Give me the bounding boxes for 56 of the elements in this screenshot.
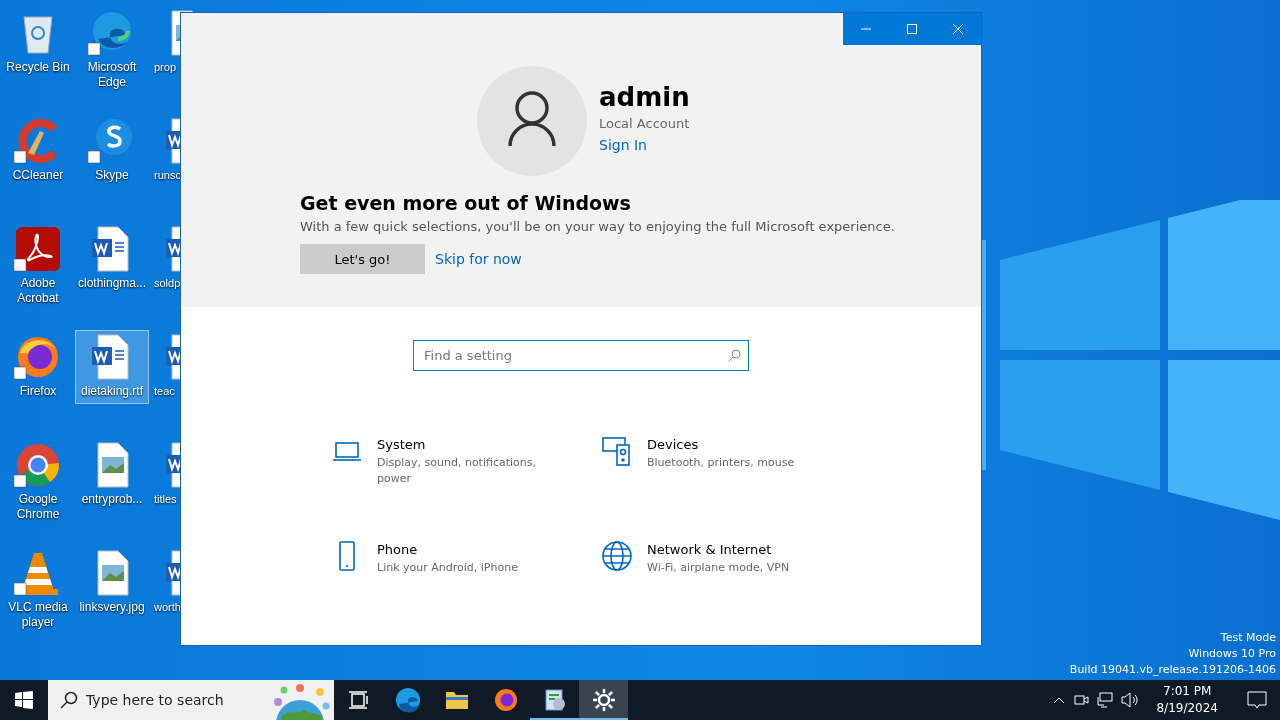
search-icon [60,691,78,709]
close-icon [953,24,963,34]
taskbar-search-field[interactable]: Type here to search [48,680,334,720]
category-description: Link your Android, iPhone [377,560,519,576]
desktop-icon-label[interactable]: teac [154,384,175,399]
desktop-icon-label[interactable]: soldp [154,276,181,291]
chrome-icon [14,441,62,489]
category-description: Wi-Fi, airplane mode, VPN [647,560,791,576]
taskbar-app-button[interactable] [579,680,628,720]
sign-in-link[interactable]: Sign In [599,134,690,156]
desktop-icon-label[interactable]: Google Chrome [2,492,74,522]
promo-text: With a few quick selections, you'll be on your way to enjoying the full Microsoft experience. [300,218,896,236]
skip-link[interactable]: Skip for now [435,248,522,270]
keyboard-speaker-icon [601,435,633,467]
desktop-icon-label[interactable]: worth [154,600,181,615]
desktop-icon-label[interactable]: CCleaner [12,168,64,183]
system-watermark-text: Test Mode [1220,630,1276,646]
system-watermark-text: Build 19041.vb_release.191206-1406 [1069,662,1276,678]
desktop-icon-label[interactable]: prop [154,60,177,75]
desktop-icon-label[interactable]: dietaking.rtf [80,384,143,399]
desktop-icon-label[interactable]: Firefox [19,384,57,399]
category-title[interactable]: System [377,435,552,455]
category-description: Display, sound, notifications, power [377,455,537,487]
category-title[interactable]: Devices [647,435,822,455]
promo-title: Get even more out of Windows [300,191,632,216]
desktop-icon-label[interactable]: runsc [154,168,181,183]
account-name: admin [599,81,690,114]
search-field[interactable]: Find a setting [413,340,749,371]
firefox-icon [492,687,519,713]
account-type: Local Account [599,115,690,133]
search-icon [728,349,741,362]
lets-go-button[interactable]: Let's go! [300,244,425,274]
acrobat-icon [14,225,62,273]
desktop-icon-label[interactable]: Adobe Acrobat [2,276,74,306]
desktop-icon-label[interactable]: clothingma... [77,276,146,291]
clock-time[interactable]: 7:01 PM [1163,683,1212,700]
desktop-icon-label[interactable]: Recycle Bin [6,60,70,75]
settings-icon [590,687,617,713]
category-title[interactable]: Phone [377,540,552,560]
system-watermark-text: Windows 10 Pro [1188,646,1276,662]
avatar-icon [477,66,587,176]
network-icon[interactable] [1096,691,1115,709]
desktop-icon-label[interactable]: linksvery.jpg [79,600,145,615]
desktop-icon-label[interactable]: Microsoft Edge [76,60,148,90]
edge-icon [394,687,421,713]
clock-date[interactable]: 8/19/2024 [1156,700,1218,717]
desktop-icon-label[interactable]: VLC media player [2,600,74,630]
speaker-icon[interactable] [1120,691,1141,709]
windows-logo-icon [15,691,33,709]
desktop-icon-label[interactable]: entryprob... [81,492,143,507]
globe-icon [601,540,633,572]
category-description: Bluetooth, printers, mouse [647,455,796,471]
maximize-icon [907,24,917,34]
category-title[interactable]: Network & Internet [647,540,822,560]
desktop-icon-label[interactable]: Skype [95,168,129,183]
desktop-icon-label[interactable]: titles [154,492,177,507]
